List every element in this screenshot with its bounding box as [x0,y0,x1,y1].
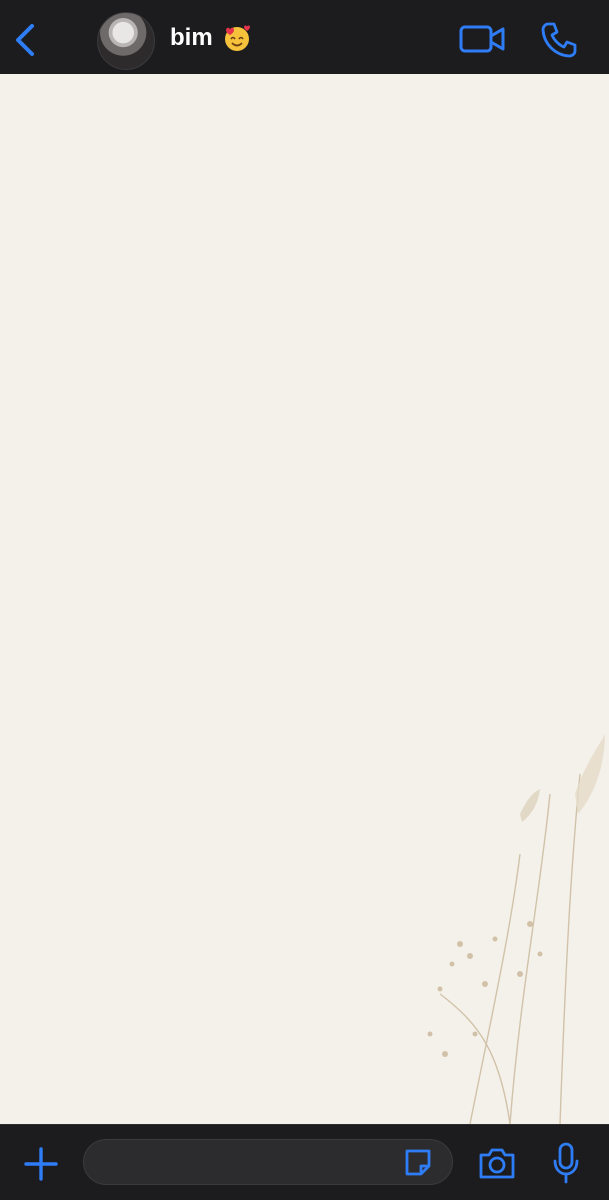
smiling-face-with-hearts-emoji [225,25,250,51]
microphone-icon[interactable] [551,1141,581,1185]
dried-flower-wallpaper-decoration [427,734,605,1124]
video-camera-icon[interactable] [459,23,505,55]
plus-icon[interactable] [22,1145,60,1183]
sticker-icon[interactable] [402,1147,434,1179]
camera-icon[interactable] [477,1145,517,1181]
chat-header: bim [0,0,609,74]
avatar[interactable] [97,12,155,70]
contact-name[interactable]: bim [170,24,213,52]
chat-area[interactable] [0,74,609,1124]
message-input[interactable] [83,1139,453,1185]
chevron-left-icon[interactable] [10,20,42,60]
composer-bar [0,1124,609,1200]
phone-icon[interactable] [540,21,578,59]
